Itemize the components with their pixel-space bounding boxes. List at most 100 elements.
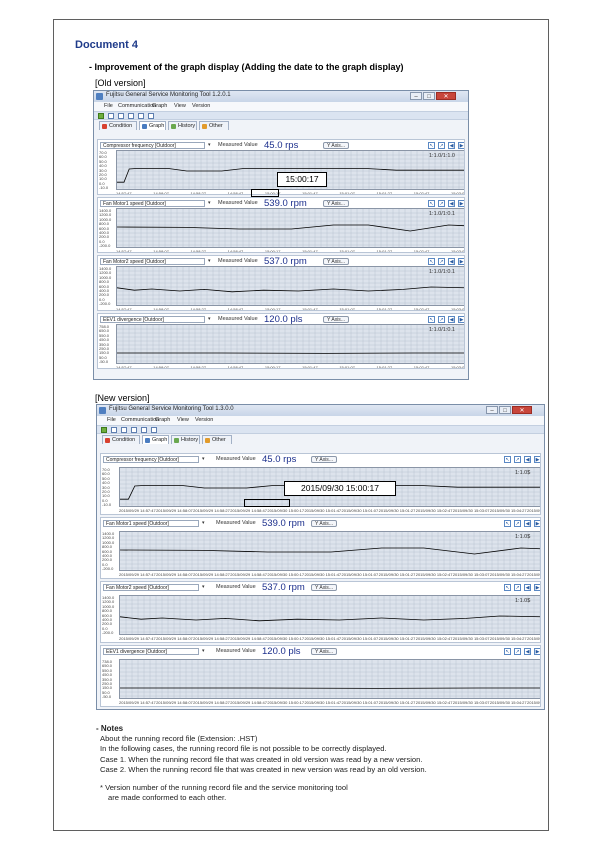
old_window-zoom-in-icon[interactable]: ↖ [428,258,435,265]
old_window-maximize-button[interactable]: □ [423,92,435,100]
old_window-x-tick-label: 15:01:27 [376,249,393,253]
old_window-tab-other[interactable]: Other [199,121,229,130]
new_window-zoom-in-icon[interactable]: ↖ [504,584,511,591]
old_window-zoom-out-icon[interactable]: ↗ [438,200,445,207]
new_window-channel-select[interactable]: EEV1 divergence [Outdoor] [103,648,199,655]
new_window-menu-item-version[interactable]: Version [195,417,213,423]
new_window-menu-item-file[interactable]: File [107,417,116,423]
old_window-chevron-down-icon[interactable]: ▾ [208,200,211,206]
new_window-zoom-out-icon[interactable]: ↗ [514,456,521,463]
new_window-minimize-button[interactable]: – [486,406,498,414]
new_window-next-icon[interactable]: ▶ [534,584,540,591]
new_window-zoom-in-icon[interactable]: ↖ [504,648,511,655]
new_window-channel-select[interactable]: Fan Motor1 speed [Outdoor] [103,520,199,527]
old_window-close-button[interactable]: ✕ [436,92,456,100]
new_window-x-tick-label: 2015/09/30 15:01:47 [304,508,342,513]
old_window-next-icon[interactable]: ▶ [458,142,464,149]
old_window-zoom-in-icon[interactable]: ↖ [428,142,435,149]
old_window-table-icon[interactable] [118,113,124,119]
old_window-next-icon[interactable]: ▶ [458,316,464,323]
new_window-previous-icon[interactable]: ◀ [524,584,531,591]
new_window-channel-select[interactable]: Fan Motor2 speed [Outdoor] [103,584,199,591]
new_window-next-icon[interactable]: ▶ [534,648,540,655]
old_window-export-icon[interactable] [148,113,154,119]
new_window-calendar-icon[interactable] [141,427,147,433]
old_window-connect-icon[interactable] [98,113,104,119]
new_window-x-tick-label: 2015/09/30 15:04:27 [489,636,527,641]
old_window-previous-icon[interactable]: ◀ [448,142,455,149]
new_window-next-icon[interactable]: ▶ [534,520,540,527]
new_window-list-icon[interactable] [131,427,137,433]
old_window-zoom-in-icon[interactable]: ↖ [428,316,435,323]
new_window-menu-item-graph[interactable]: Graph [155,417,170,423]
old_window-chevron-down-icon[interactable]: ▾ [208,316,211,322]
new_window-tab-history[interactable]: History [171,435,200,444]
new_window-grid-icon[interactable] [111,427,117,433]
new_window-previous-icon[interactable]: ◀ [524,456,531,463]
new_window-zoom-out-icon[interactable]: ↗ [514,584,521,591]
new_window-zoom-in-icon[interactable]: ↖ [504,456,511,463]
old_window-x-tick-label: 14:58:27 [190,191,207,195]
new_window-zoom-out-icon[interactable]: ↗ [514,520,521,527]
new_window-previous-icon[interactable]: ◀ [524,648,531,655]
old_window-previous-icon[interactable]: ◀ [448,316,455,323]
old_window-tab-history[interactable]: History [168,121,197,130]
old_window-plot-svg [117,325,464,363]
new_window-tab-graph[interactable]: Graph [142,435,169,444]
old_window-menu-item-file[interactable]: File [104,103,113,109]
new_window-chevron-down-icon[interactable]: ▾ [202,456,205,462]
new_window-y-axis-button[interactable]: Y Axis... [311,520,337,527]
old_window-grid-icon[interactable] [108,113,114,119]
new_window-zoom-in-icon[interactable]: ↖ [504,520,511,527]
old_window-channel-select[interactable]: Fan Motor1 speed [Outdoor] [100,200,205,207]
new_window-next-icon[interactable]: ▶ [534,456,540,463]
old_window-plot-area [116,266,464,306]
new_window-y-axis-button[interactable]: Y Axis... [311,456,337,463]
old_window-tab-condition[interactable]: Condition [99,121,137,130]
new_window-chevron-down-icon[interactable]: ▾ [202,584,205,590]
new_window-close-button[interactable]: ✕ [512,406,532,414]
old_window-menu-item-graph[interactable]: Graph [152,103,167,109]
old_window-y-axis-button[interactable]: Y Axis... [323,258,349,265]
new_window-chevron-down-icon[interactable]: ▾ [202,648,205,654]
old_window-zoom-out-icon[interactable]: ↗ [438,258,445,265]
old_window-channel-select[interactable]: Fan Motor2 speed [Outdoor] [100,258,205,265]
old_window-minimize-button[interactable]: – [410,92,422,100]
new_window-connect-icon[interactable] [101,427,107,433]
old_window-menu-item-version[interactable]: Version [192,103,210,109]
old_window-zoom-out-icon[interactable]: ↗ [438,316,445,323]
old_window-zoom-in-icon[interactable]: ↖ [428,200,435,207]
old_window-channel-select[interactable]: EEV1 divergence [Outdoor] [100,316,205,323]
old_window-menu-item-communication[interactable]: Communication [118,103,156,109]
old_window-previous-icon[interactable]: ◀ [448,258,455,265]
old_window-menu-item-view[interactable]: View [174,103,186,109]
old_window-list-icon[interactable] [128,113,134,119]
old_window-previous-icon[interactable]: ◀ [448,200,455,207]
new_window-tab-other[interactable]: Other [202,435,232,444]
new_window-chevron-down-icon[interactable]: ▾ [202,520,205,526]
new_window-table-icon[interactable] [121,427,127,433]
old_window-channel-select[interactable]: Compressor frequency [Outdoor] [100,142,205,149]
new_window-y-axis-button[interactable]: Y Axis... [311,648,337,655]
new_window-y-tick-label: -200.0 [102,566,114,571]
new_window-export-icon[interactable] [151,427,157,433]
new_window-zoom-out-icon[interactable]: ↗ [514,648,521,655]
old_window-calendar-icon[interactable] [138,113,144,119]
old_window-chevron-down-icon[interactable]: ▾ [208,258,211,264]
new_window-menu-item-view[interactable]: View [177,417,189,423]
old_window-y-axis-button[interactable]: Y Axis... [323,142,349,149]
old_window-chevron-down-icon[interactable]: ▾ [208,142,211,148]
new_window-tab-condition[interactable]: Condition [102,435,140,444]
old_window-next-icon[interactable]: ▶ [458,258,464,265]
old_window-zoom-out-icon[interactable]: ↗ [438,142,445,149]
new_window-menu-item-communication[interactable]: Communication [121,417,159,423]
old_window-y-axis-button[interactable]: Y Axis... [323,316,349,323]
old_window-tab-graph[interactable]: Graph [139,121,166,130]
new_window-y-axis-button[interactable]: Y Axis... [311,584,337,591]
new_window-x-tick-label: 2015/09/30 15:01:27 [378,508,416,513]
old_window-y-axis-button[interactable]: Y Axis... [323,200,349,207]
new_window-channel-select[interactable]: Compressor frequency [Outdoor] [103,456,199,463]
new_window-maximize-button[interactable]: □ [499,406,511,414]
old_window-next-icon[interactable]: ▶ [458,200,464,207]
new_window-previous-icon[interactable]: ◀ [524,520,531,527]
